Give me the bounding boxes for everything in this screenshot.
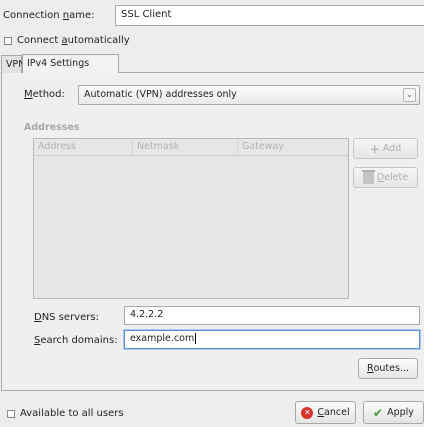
add-address-button[interactable]: + Add [353,138,418,159]
plus-icon: + [369,141,380,156]
connection-name-label: Connection name: [3,10,95,21]
checkmark-icon: ✔ [373,405,384,420]
search-domains-value: example.com [130,333,195,344]
trash-icon [361,169,375,184]
chevron-down-icon[interactable]: ⌄ [403,88,416,102]
column-header-gateway[interactable]: Gateway [238,139,348,155]
search-domains-label: Search domains: [34,335,118,346]
method-label-mnemonic: M [24,89,33,100]
dns-servers-label-mnemonic: D [34,312,42,323]
dns-servers-label: DNS servers: [34,312,99,323]
routes-label-mnemonic: R [366,363,374,374]
cancel-label: Cancel [317,407,349,418]
connect-automatically-label: Connect automatically [17,35,130,46]
search-domains-input[interactable]: example.com [124,330,420,349]
dns-servers-input[interactable]: 4.2.2.2 [124,306,420,325]
addresses-heading: Addresses [24,122,80,133]
method-selected-value: Automatic (VPN) addresses only [84,89,237,100]
method-label: Method: [24,89,65,100]
search-domains-label-suffix: earch domains: [40,335,118,346]
dns-servers-value: 4.2.2.2 [130,309,164,320]
connect-automatically-row[interactable]: Connect automatically [4,35,130,46]
cancel-label-suffix: ancel [324,407,350,418]
tab-ipv4-settings[interactable]: IPv4 Settings [22,54,119,73]
addresses-table[interactable]: Address Netmask Gateway [33,138,349,299]
addresses-table-header: Address Netmask Gateway [34,139,348,156]
text-cursor [195,333,197,344]
method-dropdown[interactable]: Automatic (VPN) addresses only ⌄ [78,85,420,105]
cancel-button[interactable]: ✕ Cancel [295,401,356,424]
tab-ipv4-settings-label: IPv4 Settings [27,58,90,69]
connect-automatically-checkbox[interactable] [4,36,12,45]
connection-name-value: SSL Client [121,9,172,20]
apply-label: Apply [387,407,414,418]
tab-vpn[interactable]: VPN [1,55,25,73]
dns-servers-label-suffix: NS servers: [41,312,99,323]
routes-label-suffix: outes... [373,363,410,374]
add-address-label: Add [382,143,402,154]
cancel-icon: ✕ [301,406,314,419]
column-header-address[interactable]: Address [34,139,133,155]
available-to-all-users-row[interactable]: Available to all users [7,408,124,419]
available-to-all-users-label: Available to all users [20,408,124,419]
method-label-suffix: ethod: [32,89,65,100]
connect-automatically-label-prefix: Connect [17,35,62,46]
delete-address-label-suffix: elete [384,172,409,183]
delete-address-button[interactable]: Delete [353,167,418,188]
apply-button[interactable]: ✔ Apply [363,401,424,424]
connect-automatically-label-suffix: utomatically [67,35,130,46]
available-to-all-users-checkbox[interactable] [7,409,15,418]
column-header-netmask[interactable]: Netmask [133,139,238,155]
connection-name-label-suffix: ame: [69,10,95,21]
connection-name-input[interactable]: SSL Client [115,5,424,26]
delete-address-label: Delete [377,172,408,183]
routes-button[interactable]: Routes... [358,358,418,379]
connection-name-label-prefix: Connection [3,10,63,21]
